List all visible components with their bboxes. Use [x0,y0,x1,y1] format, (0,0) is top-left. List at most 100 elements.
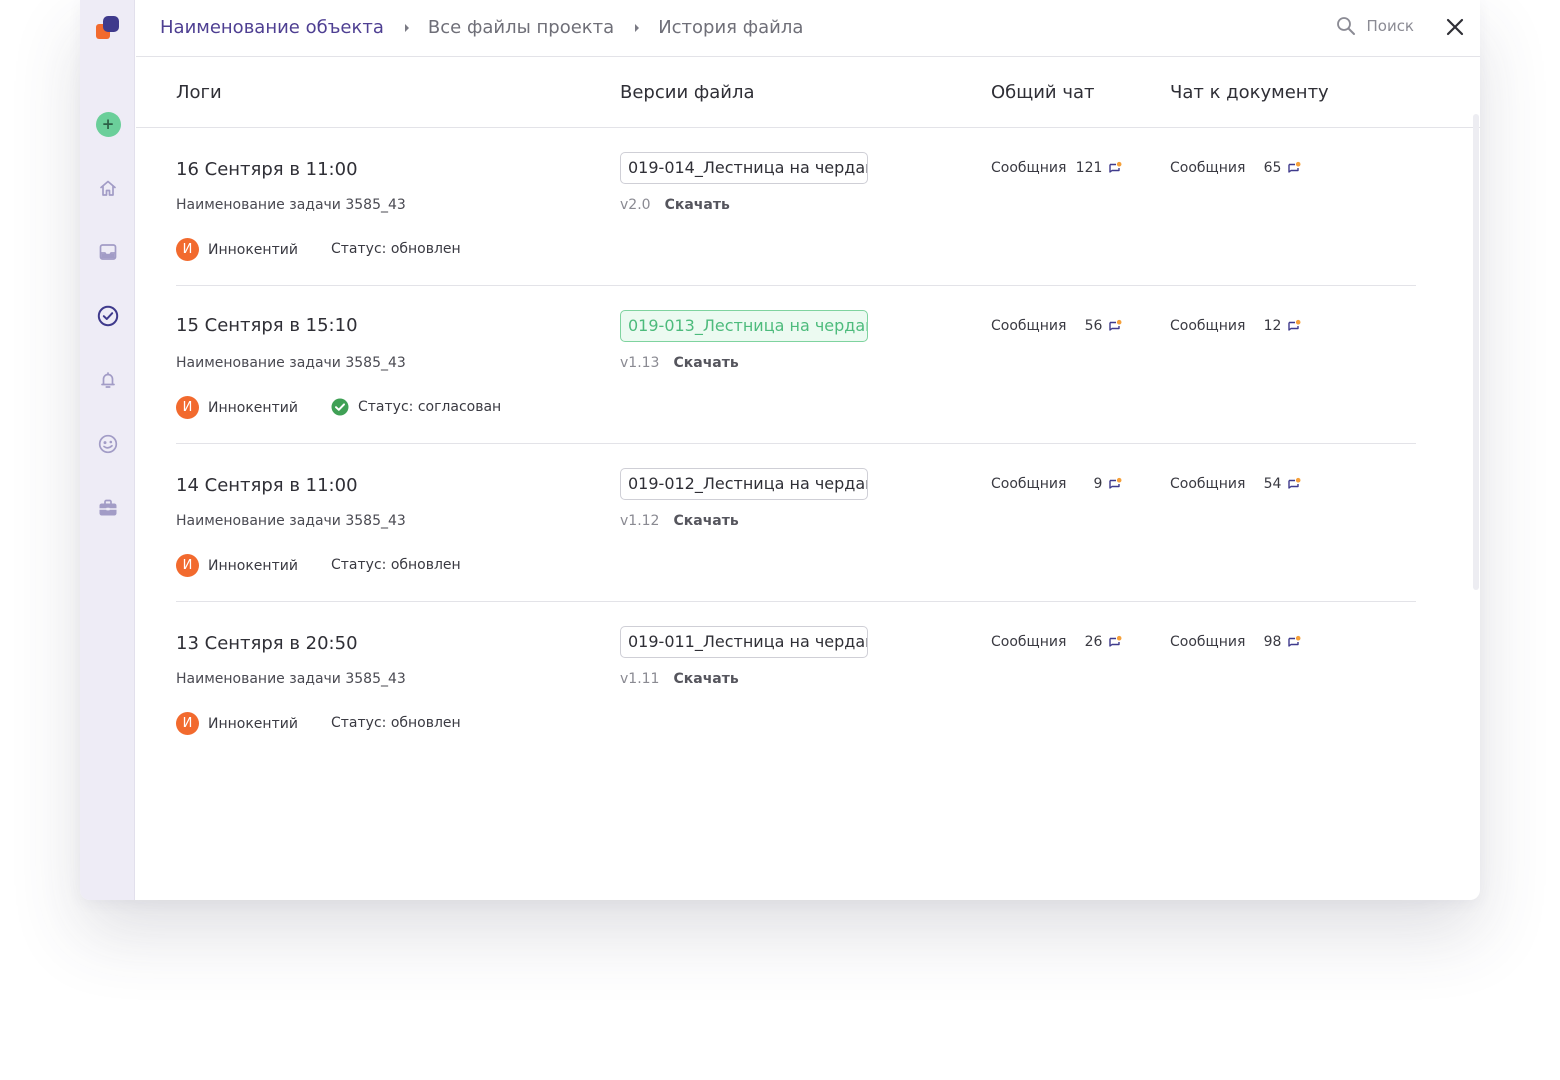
log-user: И Иннокентий [176,396,298,419]
app-logo[interactable] [95,16,121,42]
close-button[interactable] [1444,16,1466,38]
chat-bubble-icon [1109,161,1122,173]
log-date: 13 Сентяря в 20:50 [176,633,358,654]
avatar: И [176,396,199,419]
file-name-chip[interactable]: 019-012_Лестница на чердак [620,468,868,500]
messages-label: Сообщния [1170,634,1246,650]
breadcrumb-item-object[interactable]: Наименование объекта [160,16,384,40]
version-info: v1.13 Скачать [620,354,739,372]
version-info: v2.0 Скачать [620,196,730,214]
close-icon [1446,18,1464,36]
doc-chat-messages[interactable]: Сообщния 54 [1170,475,1301,493]
messages-count: 26 [1084,634,1103,650]
search-label: Поиск [1366,17,1414,35]
messages-count: 98 [1263,634,1282,650]
chat-bubble-icon [1288,477,1301,489]
sidebar-item-home[interactable] [95,175,121,201]
status-text: Статус: обновлен [331,556,461,574]
log-date: 14 Сентяря в 11:00 [176,475,358,496]
messages-count: 121 [1075,160,1103,176]
download-link[interactable]: Скачать [673,354,738,372]
file-name-chip[interactable]: 019-013_Лестница на чердак [620,310,868,342]
messages-count: 56 [1084,318,1103,334]
status-label: Статус: обновлен [331,715,461,731]
history-list: 16 Сентяря в 11:00 Наименование задачи 3… [176,128,1416,760]
chat-bubble-icon [1288,161,1301,173]
common-chat-messages[interactable]: Сообщния 121 [991,159,1122,177]
inbox-icon [99,244,117,260]
plus-icon: + [95,111,121,137]
search-button[interactable]: Поиск [1336,16,1414,36]
doc-chat-messages[interactable]: Сообщния 12 [1170,317,1301,335]
doc-chat-messages[interactable]: Сообщния 65 [1170,159,1301,177]
download-link[interactable]: Скачать [673,512,738,530]
status-label: Статус: согласован [358,399,502,415]
task-name[interactable]: Наименование задачи 3585_43 [176,196,406,214]
download-link[interactable]: Скачать [673,670,738,688]
task-name[interactable]: Наименование задачи 3585_43 [176,354,406,372]
user-name: Иннокентий [208,399,298,416]
sidebar-item-inbox[interactable] [95,239,121,265]
chat-bubble-icon [1109,635,1122,647]
version-number: v1.12 [620,513,660,529]
search-icon [1337,17,1356,35]
column-header-versions: Версии файла [620,82,755,103]
common-chat-messages[interactable]: Сообщния 56 [991,317,1122,335]
breadcrumb-item-project-files[interactable]: Все файлы проекта [428,16,614,40]
user-name: Иннокентий [208,557,298,574]
doc-chat-messages[interactable]: Сообщния 98 [1170,633,1301,651]
log-date: 16 Сентяря в 11:00 [176,159,358,180]
sidebar-item-notifications[interactable] [95,367,121,393]
version-number: v1.11 [620,671,660,687]
version-number: v2.0 [620,197,651,213]
messages-count: 54 [1263,476,1282,492]
face-icon [98,434,118,454]
vertical-scrollbar[interactable] [1473,114,1479,590]
chat-bubble-icon [1109,477,1122,489]
messages-count: 9 [1093,476,1103,492]
column-header-doc-chat: Чат к документу [1170,82,1329,103]
user-name: Иннокентий [208,241,298,258]
chat-bubble-icon [1109,319,1122,331]
approved-check-icon [331,398,349,416]
avatar: И [176,554,199,577]
avatar: И [176,238,199,261]
status-text: Статус: обновлен [331,240,461,258]
user-name: Иннокентий [208,715,298,732]
messages-label: Сообщния [1170,476,1246,492]
breadcrumb: Наименование объекта Все файлы проекта И… [160,16,803,40]
breadcrumb-item-file-history: История файла [658,17,804,38]
common-chat-messages[interactable]: Сообщния 26 [991,633,1122,651]
messages-label: Сообщния [1170,160,1246,176]
messages-count: 12 [1263,318,1282,334]
log-user: И Иннокентий [176,554,298,577]
add-button[interactable]: + [95,111,121,137]
avatar: И [176,712,199,735]
history-row: 13 Сентяря в 20:50 Наименование задачи 3… [176,602,1416,760]
sidebar-item-projects[interactable] [95,495,121,521]
check-circle-icon [97,305,119,327]
sidebar-item-profile[interactable] [95,431,121,457]
log-user: И Иннокентий [176,712,298,735]
file-name-chip[interactable]: 019-014_Лестница на чердак [620,152,868,184]
messages-label: Сообщния [991,318,1067,334]
sidebar: + [80,0,135,900]
sidebar-item-tasks[interactable] [95,303,121,329]
messages-label: Сообщния [1170,318,1246,334]
bell-icon [101,372,115,388]
status-label: Статус: обновлен [331,241,461,257]
chat-bubble-icon [1288,319,1301,331]
column-header-common-chat: Общий чат [991,82,1095,103]
common-chat-messages[interactable]: Сообщния 9 [991,475,1122,493]
task-name[interactable]: Наименование задачи 3585_43 [176,512,406,530]
column-header-logs: Логи [176,82,222,103]
messages-label: Сообщния [991,476,1067,492]
chat-bubble-icon [1288,635,1301,647]
main-panel: Наименование объекта Все файлы проекта И… [136,0,1480,900]
log-user: И Иннокентий [176,238,298,261]
task-name[interactable]: Наименование задачи 3585_43 [176,670,406,688]
status-label: Статус: обновлен [331,557,461,573]
file-name-chip[interactable]: 019-011_Лестница на чердак [620,626,868,658]
history-row: 15 Сентяря в 15:10 Наименование задачи 3… [176,286,1416,444]
download-link[interactable]: Скачать [665,196,730,214]
